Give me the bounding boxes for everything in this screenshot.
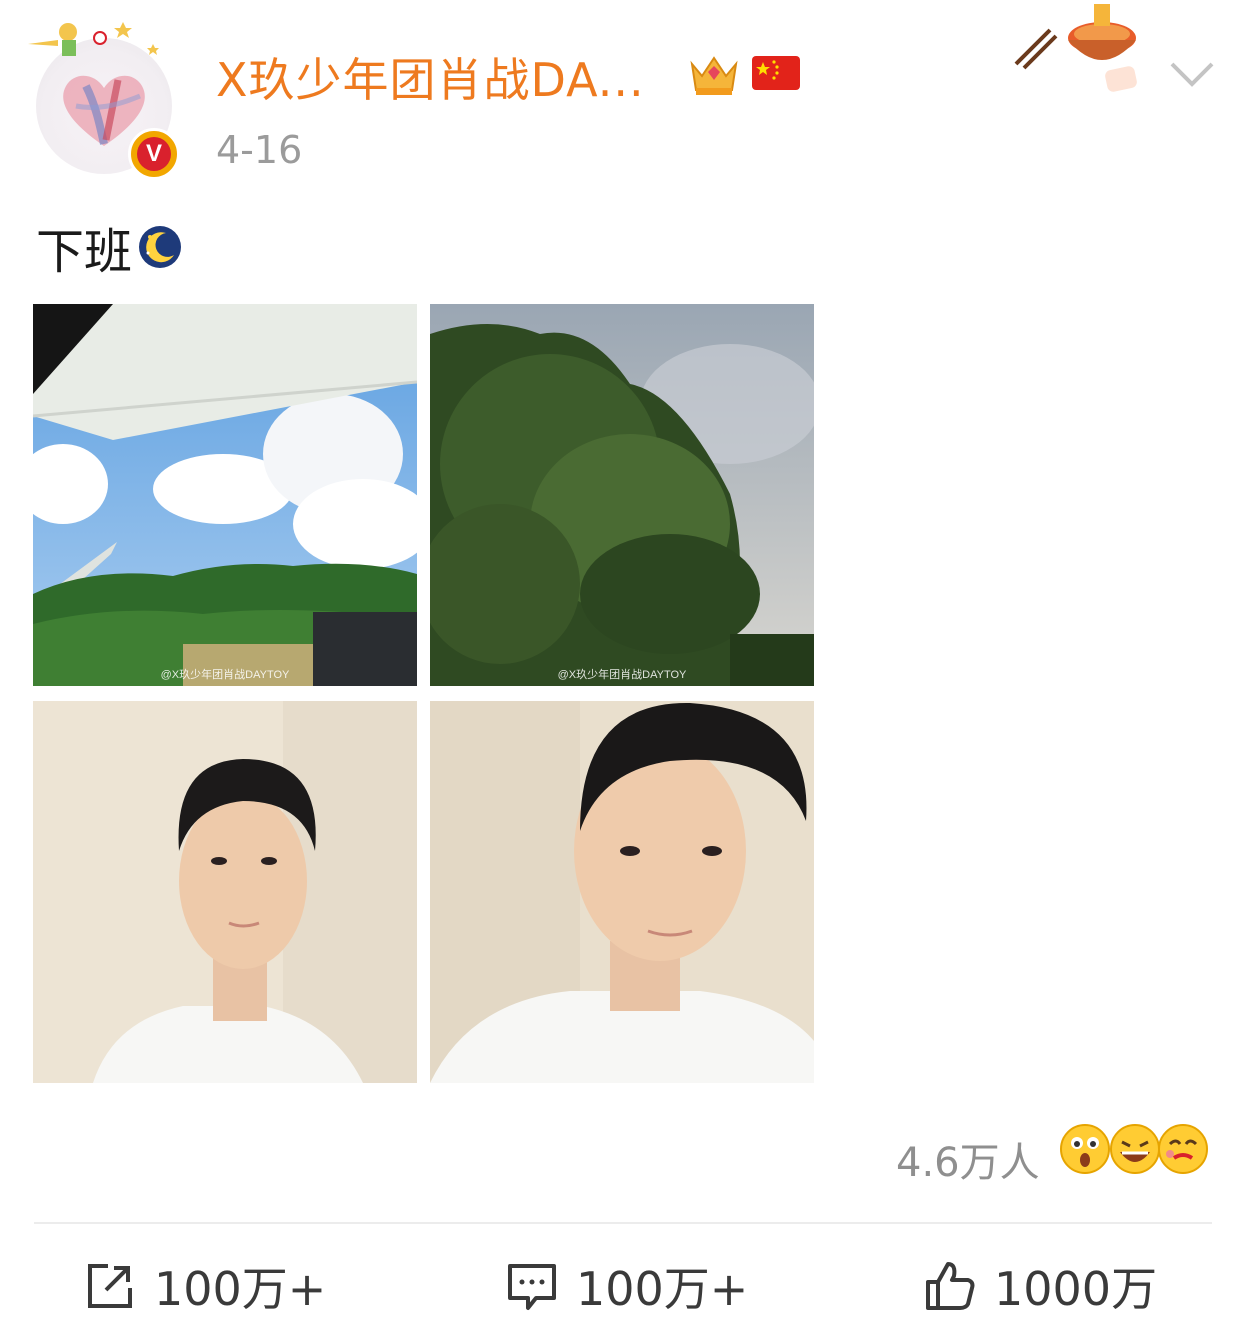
post-date: 4-16 [216,128,303,172]
comment-button[interactable]: 100万+ [506,1254,748,1318]
username[interactable]: X玖少年团肖战DA... [216,44,645,110]
sky-canopy-image [33,304,417,686]
post-photo-4[interactable] [430,701,814,1083]
selfie-image-1 [33,701,417,1083]
post-text-label: 下班 [36,224,133,280]
photo-watermark: @X玖少年团肖战DAYTOY [557,669,687,681]
selfie-image-2 [430,701,814,1083]
thumbs-up-icon [926,1262,975,1310]
like-count: 1000万 [994,1262,1158,1316]
divider [34,1222,1212,1224]
share-button[interactable]: 100万+ [84,1254,326,1318]
like-button[interactable]: 1000万 [924,1254,1157,1318]
surprised-emoji-icon [1060,1124,1110,1174]
hotpot-decoration-icon [1014,4,1137,92]
tree-image [430,304,814,686]
share-icon [88,1264,132,1308]
share-count: 100万+ [154,1262,327,1316]
post-photo-1[interactable]: @X玖少年团肖战DAYTOY [33,304,417,686]
reaction-count[interactable]: 4.6万人 [896,1130,1040,1188]
post-text: 下班 [36,212,184,282]
post-photo-3[interactable] [33,701,417,1083]
photo-watermark: @X玖少年团肖战DAYTOY [160,669,290,681]
love-emoji-icon [1158,1124,1208,1174]
laughing-emoji-icon [1110,1124,1160,1174]
verified-badge: V [128,128,180,180]
chevron-down-icon[interactable] [1166,56,1218,90]
china-flag-icon [752,56,800,90]
post-photo-2[interactable]: @X玖少年团肖战DAYTOY [430,304,814,686]
verified-icon: V [137,137,171,171]
crown-icon[interactable] [688,50,740,98]
comment-icon [508,1264,556,1310]
little-prince-decoration [28,22,159,56]
moon-icon [139,226,182,268]
comment-count: 100万+ [576,1262,749,1316]
